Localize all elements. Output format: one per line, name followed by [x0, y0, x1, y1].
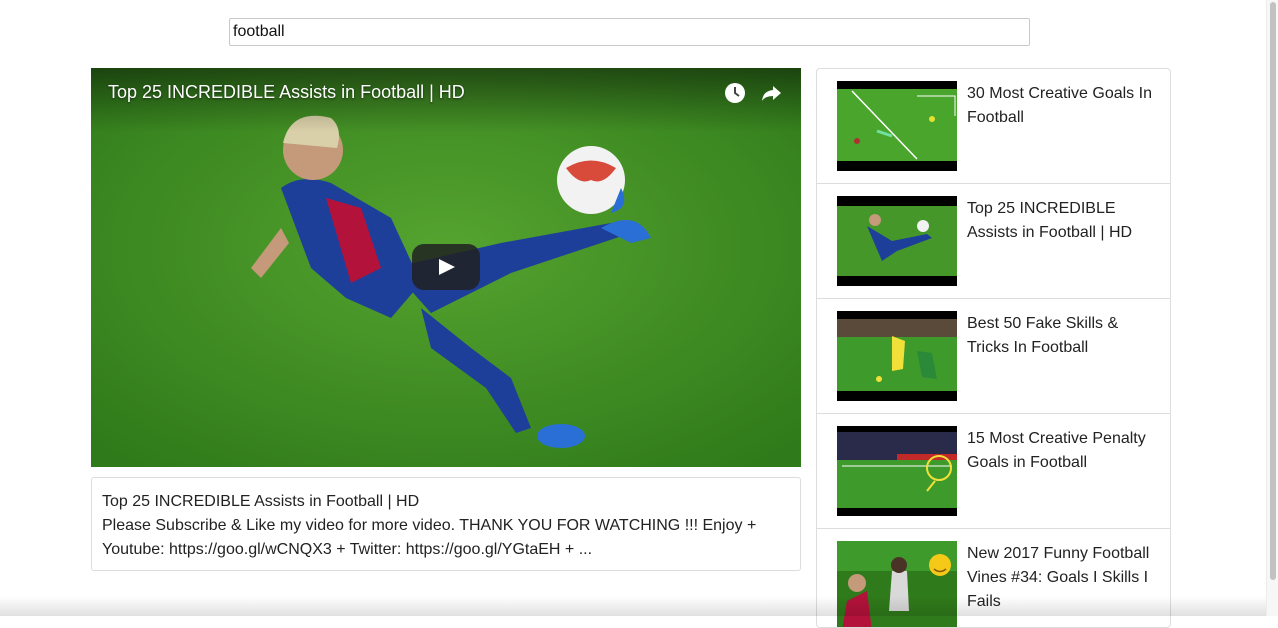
video-list-item[interactable]: 15 Most Creative Penalty Goals in Footba…: [817, 414, 1170, 529]
page-scrollbar[interactable]: [1266, 0, 1278, 616]
video-list-item[interactable]: 30 Most Creative Goals In Football: [817, 69, 1170, 184]
clock-icon[interactable]: [723, 81, 747, 105]
scrollbar-thumb[interactable]: [1270, 2, 1276, 580]
video-list-item-title[interactable]: Best 50 Fake Skills & Tricks In Football: [967, 312, 1157, 360]
video-thumbnail[interactable]: [837, 311, 957, 401]
play-button[interactable]: [412, 244, 480, 290]
video-list-item-title[interactable]: Top 25 INCREDIBLE Assists in Football | …: [967, 197, 1157, 245]
video-thumbnail[interactable]: [837, 81, 957, 171]
search-input[interactable]: [229, 18, 1030, 46]
video-list-item-title[interactable]: 30 Most Creative Goals In Football: [967, 82, 1157, 130]
video-thumbnail[interactable]: [837, 426, 957, 516]
bottom-shadow: [0, 596, 1268, 616]
video-details: Top 25 INCREDIBLE Assists in Football | …: [91, 477, 801, 571]
video-list-item[interactable]: Top 25 INCREDIBLE Assists in Football | …: [817, 184, 1170, 299]
details-title: Top 25 INCREDIBLE Assists in Football | …: [102, 493, 420, 510]
details-description: Please Subscribe & Like my video for mor…: [102, 517, 757, 558]
video-list: 30 Most Creative Goals In Football Top 2…: [816, 68, 1171, 628]
video-list-item[interactable]: Best 50 Fake Skills & Tricks In Football: [817, 299, 1170, 414]
video-title[interactable]: Top 25 INCREDIBLE Assists in Football | …: [108, 82, 465, 103]
video-list-item-title[interactable]: 15 Most Creative Penalty Goals in Footba…: [967, 427, 1157, 475]
video-player[interactable]: Top 25 INCREDIBLE Assists in Football | …: [91, 68, 801, 467]
share-arrow-icon[interactable]: [759, 81, 783, 105]
video-thumbnail[interactable]: [837, 196, 957, 286]
